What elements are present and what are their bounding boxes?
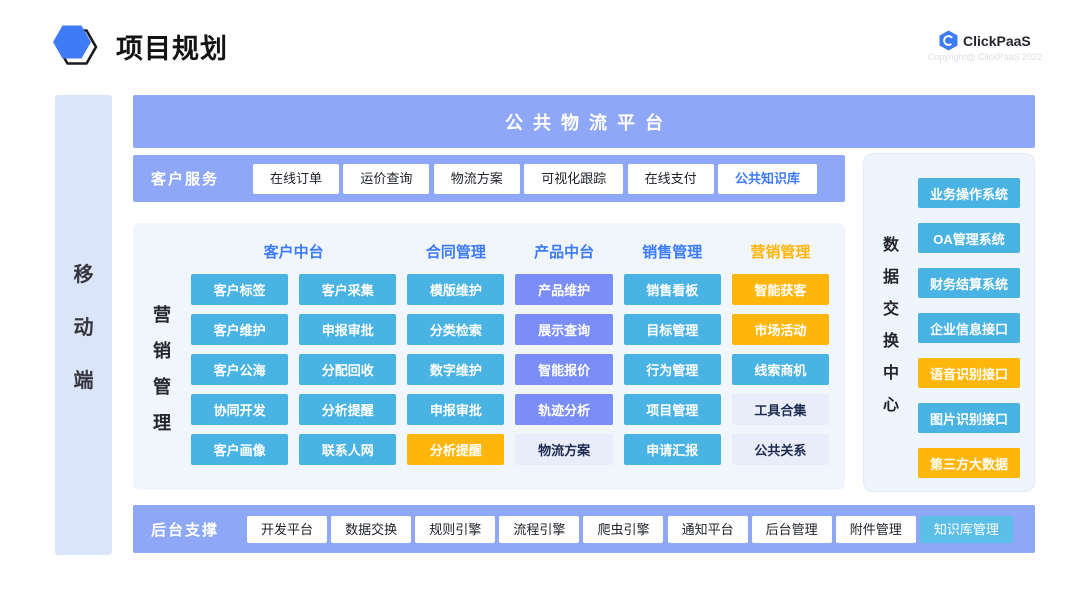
data-exchange-panel: 数据交换中心 业务操作系统 OA管理系统财务结算系统企业信息接口语音识别接口图片识…: [863, 153, 1035, 492]
matrix-side-label-wrap: 营销管理: [133, 272, 191, 463]
data-exchange-item: 财务结算系统: [918, 268, 1020, 298]
customer-service-label: 客户服务: [151, 168, 219, 189]
platform-banner-label: 公共物流平台: [495, 109, 673, 135]
matrix-cell: 分析提醒: [299, 394, 396, 425]
backend-support-item: 爬虫引擎: [583, 516, 663, 543]
brand-block: ClickPaaS Copyright@ ClickPaaS 2022: [928, 30, 1042, 62]
data-exchange-item: OA管理系统: [918, 223, 1020, 253]
data-exchange-item: 第三方大数据: [918, 448, 1020, 478]
page-title: 项目规划: [116, 27, 228, 66]
customer-service-item: 运价查询: [343, 164, 429, 194]
matrix-cell: 智能报价: [515, 354, 612, 385]
backend-support-item: 通知平台: [668, 516, 748, 543]
matrix-column-header: 客户中台: [191, 237, 396, 265]
page-header: 项目规划: [50, 20, 228, 72]
matrix-cell: 客户公海: [191, 354, 288, 385]
backend-support-item: 数据交换: [331, 516, 411, 543]
backend-support-item: 流程引擎: [499, 516, 579, 543]
matrix-cell: 模版维护: [407, 274, 504, 305]
matrix-cell: 销售看板: [624, 274, 721, 305]
matrix-cell: 分类检索: [407, 314, 504, 345]
matrix-cell: 申请汇报: [624, 434, 721, 465]
matrix-cell: 线索商机: [732, 354, 829, 385]
matrix-cell: 客户画像: [191, 434, 288, 465]
matrix-grid: 客户中台合同管理产品中台销售管理营销管理客户标签客户采集模版维护产品维护销售看板…: [191, 237, 829, 465]
platform-banner: 公共物流平台: [133, 95, 1035, 148]
matrix-cell: 分配回收: [299, 354, 396, 385]
matrix-cell: 公共关系: [732, 434, 829, 465]
customer-service-bar: 客户服务 在线订单运价查询物流方案可视化跟踪在线支付公共知识库: [133, 155, 845, 202]
matrix-cell: 智能获客: [732, 274, 829, 305]
data-exchange-item: 业务操作系统: [918, 178, 1020, 208]
customer-service-item: 可视化跟踪: [524, 164, 623, 194]
matrix-cell: 目标管理: [624, 314, 721, 345]
backend-support-items: 开发平台数据交换规则引擎流程引擎爬虫引擎通知平台后台管理附件管理知识库管理: [247, 516, 1013, 543]
matrix-cell: 产品维护: [515, 274, 612, 305]
matrix-side-label: 营销管理: [153, 301, 171, 435]
backend-support-bar: 后台支撑 开发平台数据交换规则引擎流程引擎爬虫引擎通知平台后台管理附件管理知识库…: [133, 505, 1035, 553]
customer-service-items: 在线订单运价查询物流方案可视化跟踪在线支付公共知识库: [253, 164, 817, 194]
data-exchange-items: 业务操作系统 OA管理系统财务结算系统企业信息接口语音识别接口图片识别接口第三方大…: [918, 178, 1020, 478]
matrix-cell: 客户维护: [191, 314, 288, 345]
data-exchange-label-wrap: 数据交换中心: [870, 154, 912, 491]
matrix-cell: 数字维护: [407, 354, 504, 385]
mobile-rail-label: 移动端: [74, 258, 94, 393]
matrix-cell: 客户标签: [191, 274, 288, 305]
matrix-cell: 客户采集: [299, 274, 396, 305]
data-exchange-label: 数据交换中心: [883, 231, 899, 415]
backend-support-item: 附件管理: [836, 516, 916, 543]
brand-name: ClickPaaS: [963, 33, 1031, 49]
backend-support-item: 开发平台: [247, 516, 327, 543]
matrix-column-header: 营销管理: [732, 237, 829, 265]
page-canvas: 项目规划 ClickPaaS Copyright@ ClickPaaS 2022…: [0, 0, 1080, 608]
clickpaas-logo-icon: [939, 30, 958, 51]
hexagon-logo-icon: [50, 20, 102, 72]
customer-service-item: 公共知识库: [718, 164, 817, 194]
data-exchange-item: 图片识别接口: [918, 403, 1020, 433]
matrix-cell: 展示查询: [515, 314, 612, 345]
matrix-cell: 市场活动: [732, 314, 829, 345]
backend-support-item: 知识库管理: [920, 516, 1013, 543]
matrix-cell: 申报审批: [299, 314, 396, 345]
customer-service-item: 在线支付: [628, 164, 714, 194]
mobile-rail: 移动端: [55, 95, 112, 555]
customer-service-item: 在线订单: [253, 164, 339, 194]
matrix-cell: 工具合集: [732, 394, 829, 425]
data-exchange-item: 语音识别接口: [918, 358, 1020, 388]
customer-service-item: 物流方案: [434, 164, 520, 194]
matrix-cell: 申报审批: [407, 394, 504, 425]
matrix-column-header: 产品中台: [515, 237, 612, 265]
data-exchange-item: 企业信息接口: [918, 313, 1020, 343]
backend-support-label: 后台支撑: [151, 519, 219, 540]
matrix-cell: 项目管理: [624, 394, 721, 425]
matrix-cell: 协同开发: [191, 394, 288, 425]
matrix-cell: 轨迹分析: [515, 394, 612, 425]
matrix-cell: 分析提醒: [407, 434, 504, 465]
copyright-text: Copyright@ ClickPaaS 2022: [928, 52, 1042, 62]
backend-support-item: 后台管理: [752, 516, 832, 543]
matrix-column-header: 销售管理: [624, 237, 721, 265]
matrix-cell: 物流方案: [515, 434, 612, 465]
backend-support-item: 规则引擎: [415, 516, 495, 543]
matrix-cell: 联系人网: [299, 434, 396, 465]
marketing-matrix-panel: 营销管理 客户中台合同管理产品中台销售管理营销管理客户标签客户采集模版维护产品维…: [133, 223, 845, 490]
matrix-cell: 行为管理: [624, 354, 721, 385]
matrix-column-header: 合同管理: [407, 237, 504, 265]
